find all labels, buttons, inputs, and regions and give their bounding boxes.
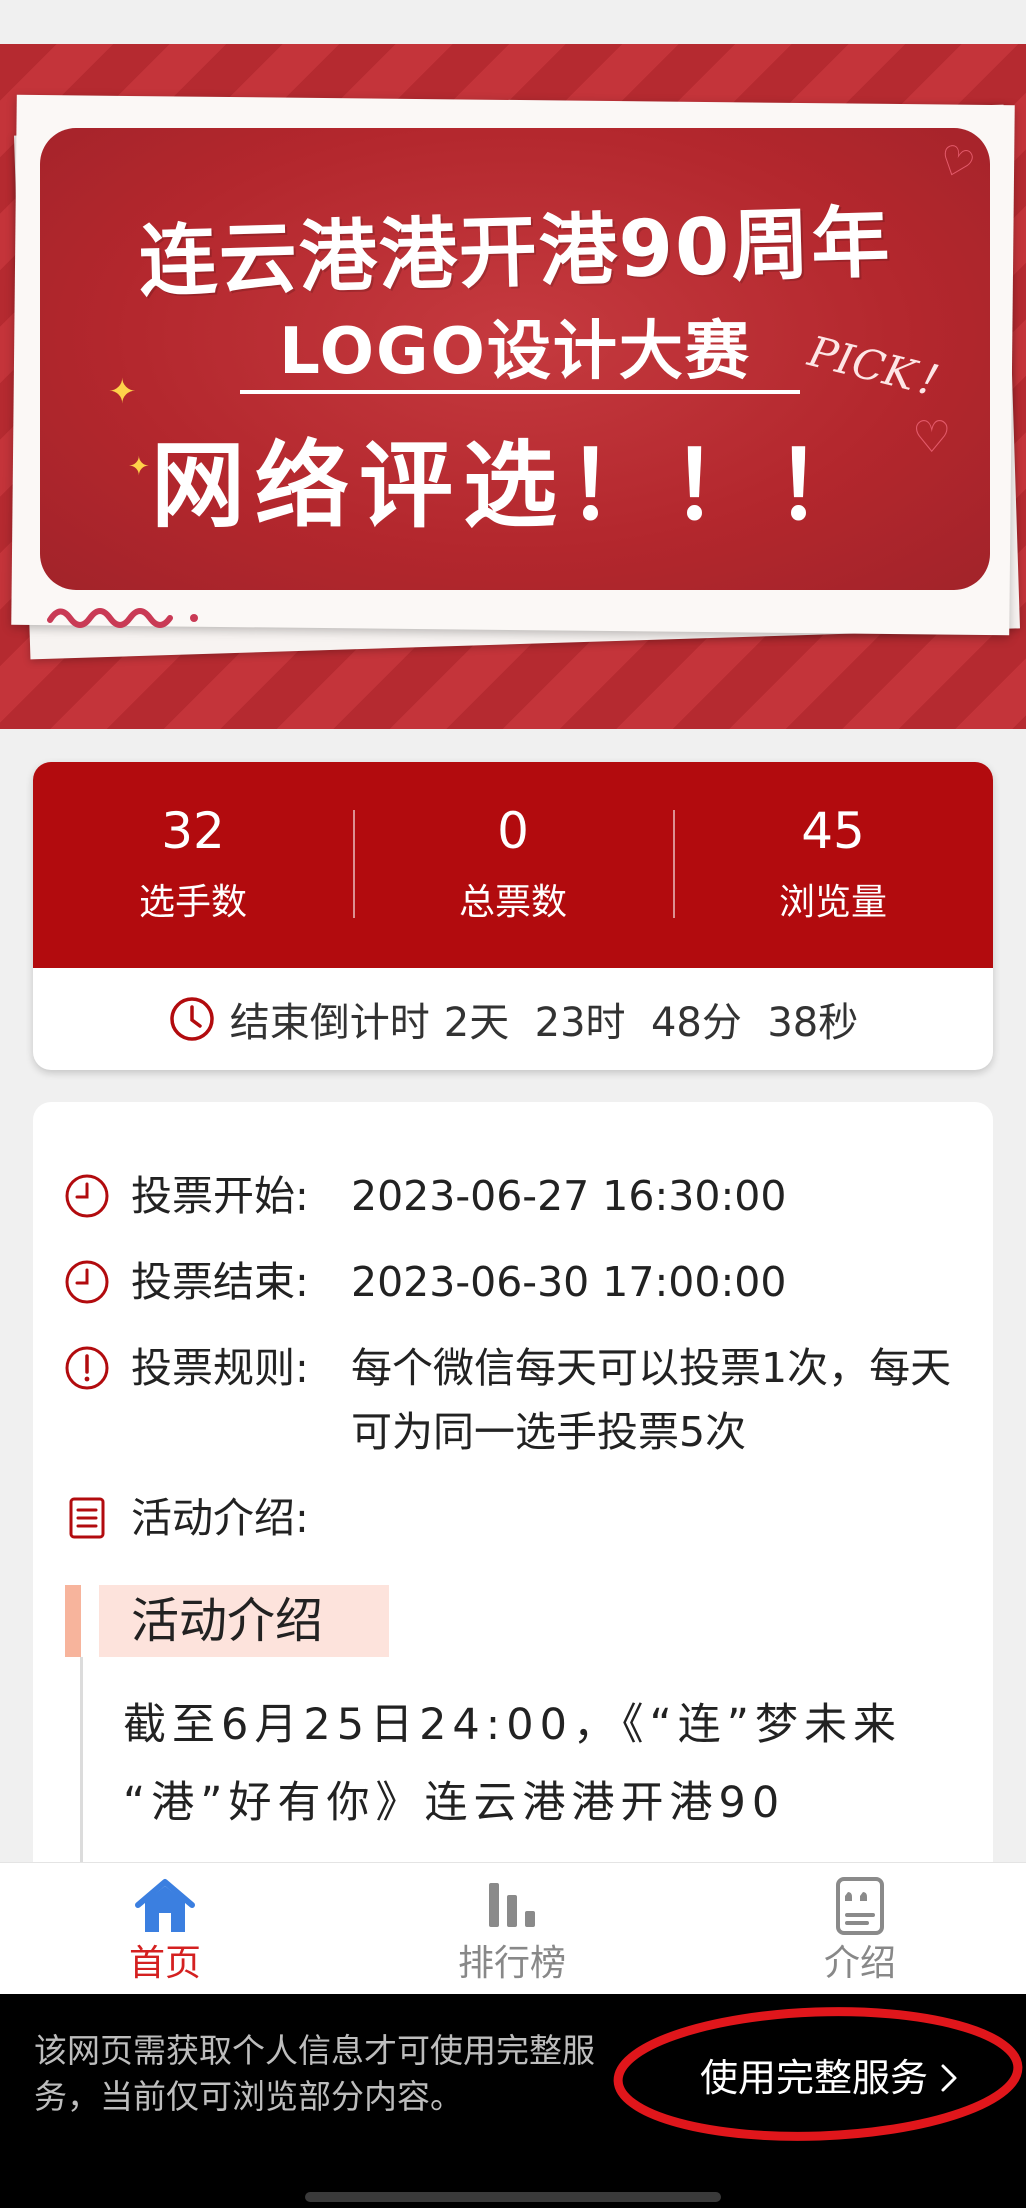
bottom-tab-bar: 首页 排行榜 介绍	[0, 1862, 1026, 1994]
tab-label: 排行榜	[457, 1943, 566, 1984]
countdown-label: 结束倒计时	[229, 1000, 430, 1046]
stat-divider	[353, 810, 355, 918]
sparkle-icon: ✦	[108, 372, 137, 412]
clock-icon	[170, 997, 214, 1041]
info-row-start: 投票开始: 2023-06-27 16:30:00	[63, 1164, 961, 1228]
exclamation-icon	[65, 1346, 109, 1390]
stat-label: 总票数	[458, 882, 567, 923]
stat-label: 选手数	[138, 882, 247, 923]
intro-heading: 活动介绍	[99, 1585, 389, 1657]
stat-label: 浏览量	[778, 882, 887, 923]
stat-value: 32	[161, 802, 225, 860]
info-value: 2023-06-30 17:00:00	[351, 1258, 787, 1306]
document-icon	[69, 1497, 105, 1539]
info-label: 活动介绍:	[131, 1494, 309, 1542]
stat-divider	[673, 810, 675, 918]
stat-value: 45	[801, 802, 865, 860]
info-row-end: 投票结束: 2023-06-30 17:00:00	[63, 1250, 961, 1314]
tab-ranking[interactable]: 排行榜	[412, 1863, 612, 1995]
info-value: 2023-06-27 16:30:00	[351, 1172, 787, 1220]
wave-decoration	[47, 608, 198, 628]
stat-total-votes: 0 总票数	[353, 762, 673, 968]
countdown: 结束倒计时 2天 23时 48分 38秒	[33, 968, 993, 1070]
sparkle-icon: ✦	[128, 452, 150, 482]
info-label: 投票结束:	[131, 1258, 309, 1306]
clock-icon	[65, 1174, 109, 1218]
clock-icon	[65, 1260, 109, 1304]
tab-home[interactable]: 首页	[65, 1863, 265, 1995]
home-icon	[135, 1879, 195, 1932]
stat-value: 0	[497, 802, 529, 860]
banner-underline	[240, 390, 800, 394]
info-row-rules: 投票规则: 每个微信每天可以投票1次，每天可为同一选手投票5次	[63, 1336, 961, 1464]
intro-icon	[836, 1877, 884, 1935]
countdown-time: 2天 23时 48分 38秒	[443, 1000, 859, 1046]
intro-text: 截至6月25日24:00，《“连”梦未来 “港”好有你》连云港港开港90	[123, 1700, 903, 1828]
home-indicator	[305, 2192, 721, 2202]
stat-contestants: 32 选手数	[33, 762, 353, 968]
auth-message: 该网页需获取个人信息才可使用完整服务，当前仅可浏览部分内容。	[34, 2031, 595, 2116]
info-value: 每个微信每天可以投票1次，每天可为同一选手投票5次	[351, 1344, 952, 1456]
stat-views: 45 浏览量	[673, 762, 993, 968]
intro-side-line	[80, 1657, 83, 1862]
banner-vote-text: 网络评选！！！	[150, 432, 879, 541]
tab-label: 首页	[128, 1943, 201, 1984]
tab-intro[interactable]: 介绍	[760, 1863, 960, 1995]
page: 连云港港开港90周年 LOGO设计大赛 网络评选！！！ PICK！ ♡ ♡ ✦ …	[0, 0, 1026, 2208]
tab-label: 介绍	[823, 1943, 896, 1984]
ranking-icon	[489, 1883, 535, 1927]
annotation-ellipse	[613, 2007, 1023, 2141]
info-row-intro: 活动介绍:	[63, 1486, 351, 1550]
intro-accent-bar	[65, 1585, 81, 1657]
info-card: 投票开始: 2023-06-27 16:30:00 投票结束: 2023-06-…	[33, 1102, 993, 1862]
info-label: 投票规则:	[131, 1344, 309, 1392]
info-label: 投票开始:	[131, 1172, 309, 1220]
heart-icon: ♡	[912, 412, 952, 463]
stats-card: 32 选手数 0 总票数 45 浏览量 结束倒计时 2天 23时 48分 38秒	[33, 762, 993, 1070]
stats-header: 32 选手数 0 总票数 45 浏览量	[33, 762, 993, 968]
